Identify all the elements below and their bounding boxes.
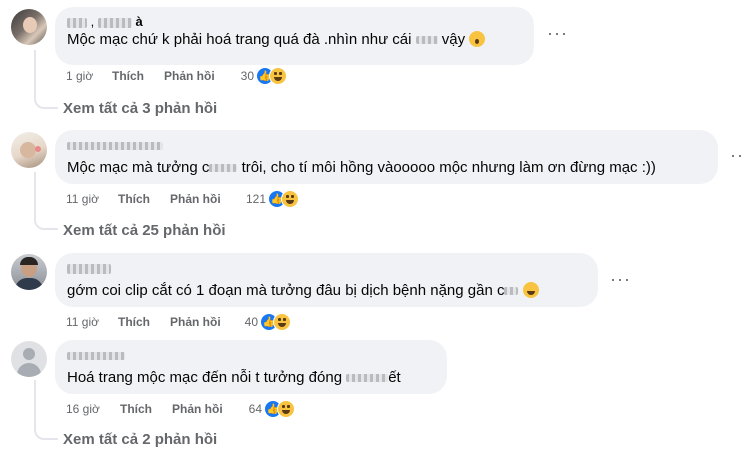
comment-text: Mộc mạc chứ k phải hoá trang quá đà .nhì… xyxy=(67,30,522,50)
author-name[interactable] xyxy=(67,346,435,363)
comment-bubble: , à Mộc mạc chứ k phải hoá trang quá đà … xyxy=(55,7,534,65)
comment-text-part: Mộc mạc mà tưởng c xyxy=(67,159,210,176)
reaction-count[interactable]: 30 xyxy=(230,66,254,86)
haha-reaction-icon xyxy=(277,400,295,418)
blurred-word xyxy=(346,374,389,383)
reply-button[interactable]: Phản hồi xyxy=(164,66,215,86)
reaction-count[interactable]: 121 xyxy=(236,189,266,209)
haha-reaction-icon xyxy=(269,67,287,85)
blurred-name xyxy=(67,141,163,150)
haha-reaction-icon xyxy=(273,313,291,331)
shocked-emoji-icon xyxy=(469,31,486,47)
like-button[interactable]: Thích xyxy=(118,189,150,209)
more-options-button[interactable]: ··· xyxy=(730,146,744,164)
comment-text-part: vậy xyxy=(441,31,466,48)
author-name[interactable] xyxy=(67,259,586,276)
comment-actions: 11 giờ Thích Phản hồi 40 👍 xyxy=(0,312,744,332)
reactions[interactable]: 👍 xyxy=(268,189,302,209)
blurred-name xyxy=(67,351,125,360)
view-replies-link[interactable]: Xem tất cả 3 phản hồi xyxy=(63,100,217,117)
reaction-count[interactable]: 40 xyxy=(236,312,258,332)
view-replies-link[interactable]: Xem tất cả 25 phản hồi xyxy=(63,222,226,239)
comment-bubble: Hoá trang mộc mạc đến nỗi t tưởng đóng ế… xyxy=(55,340,447,394)
comment-text-part: gớm coi clip cắt có 1 đoạn mà tưởng đâu … xyxy=(67,282,505,299)
author-name[interactable]: , à xyxy=(67,13,522,30)
reactions[interactable]: 👍 xyxy=(264,399,298,419)
view-replies-link[interactable]: Xem tất cả 2 phản hồi xyxy=(63,431,217,448)
like-button[interactable]: Thích xyxy=(118,312,150,332)
more-options-button[interactable]: ··· xyxy=(610,270,631,288)
comment-time[interactable]: 11 giờ xyxy=(66,189,99,209)
like-button[interactable]: Thích xyxy=(120,399,152,419)
avatar[interactable] xyxy=(11,132,47,168)
author-name[interactable] xyxy=(67,136,706,153)
blurred-word xyxy=(504,287,519,296)
comment-text-part: trôi, cho tí môi hồng vàooooo mộc nhưng … xyxy=(241,159,656,176)
comment-actions: 16 giờ Thích Phản hồi 64 👍 xyxy=(0,399,744,419)
blurred-word xyxy=(415,36,438,45)
grin-emoji-icon xyxy=(522,282,539,298)
reply-button[interactable]: Phản hồi xyxy=(170,189,221,209)
comment-actions: 1 giờ Thích Phản hồi 30 👍 xyxy=(0,66,744,86)
blurred-name xyxy=(67,263,111,274)
reaction-count[interactable]: 64 xyxy=(238,399,262,419)
comment-text-part: Mộc mạc chứ k phải hoá trang quá đà .nhì… xyxy=(67,31,412,48)
comment-time[interactable]: 1 giờ xyxy=(66,66,93,86)
blurred-name xyxy=(97,17,132,28)
comment-bubble: Mộc mạc mà tưởng c trôi, cho tí môi hồng… xyxy=(55,130,718,184)
comment-time[interactable]: 16 giờ xyxy=(66,399,100,419)
reply-button[interactable]: Phản hồi xyxy=(172,399,223,419)
blurred-name xyxy=(67,17,87,28)
blurred-word xyxy=(209,164,238,173)
comment-text: Mộc mạc mà tưởng c trôi, cho tí môi hồng… xyxy=(67,158,706,178)
author-name-suffix: à xyxy=(135,14,143,29)
comment-text-part: Hoá trang mộc mạc đến nỗi t tưởng đóng xyxy=(67,369,343,386)
haha-reaction-icon xyxy=(281,190,299,208)
comment-text-part: ết xyxy=(388,369,401,386)
avatar[interactable] xyxy=(11,254,47,290)
avatar[interactable] xyxy=(11,341,47,377)
avatar[interactable] xyxy=(11,9,47,45)
comment-actions: 11 giờ Thích Phản hồi 121 👍 xyxy=(0,189,744,209)
comment-bubble: gớm coi clip cắt có 1 đoạn mà tưởng đâu … xyxy=(55,253,598,307)
comment-text: gớm coi clip cắt có 1 đoạn mà tưởng đâu … xyxy=(67,281,586,301)
reply-button[interactable]: Phản hồi xyxy=(170,312,221,332)
comment-time[interactable]: 11 giờ xyxy=(66,312,99,332)
reactions[interactable]: 👍 xyxy=(256,66,290,86)
more-options-button[interactable]: ··· xyxy=(547,24,568,42)
like-button[interactable]: Thích xyxy=(112,66,144,86)
comment-text: Hoá trang mộc mạc đến nỗi t tưởng đóng ế… xyxy=(67,368,435,388)
reactions[interactable]: 👍 xyxy=(260,312,294,332)
